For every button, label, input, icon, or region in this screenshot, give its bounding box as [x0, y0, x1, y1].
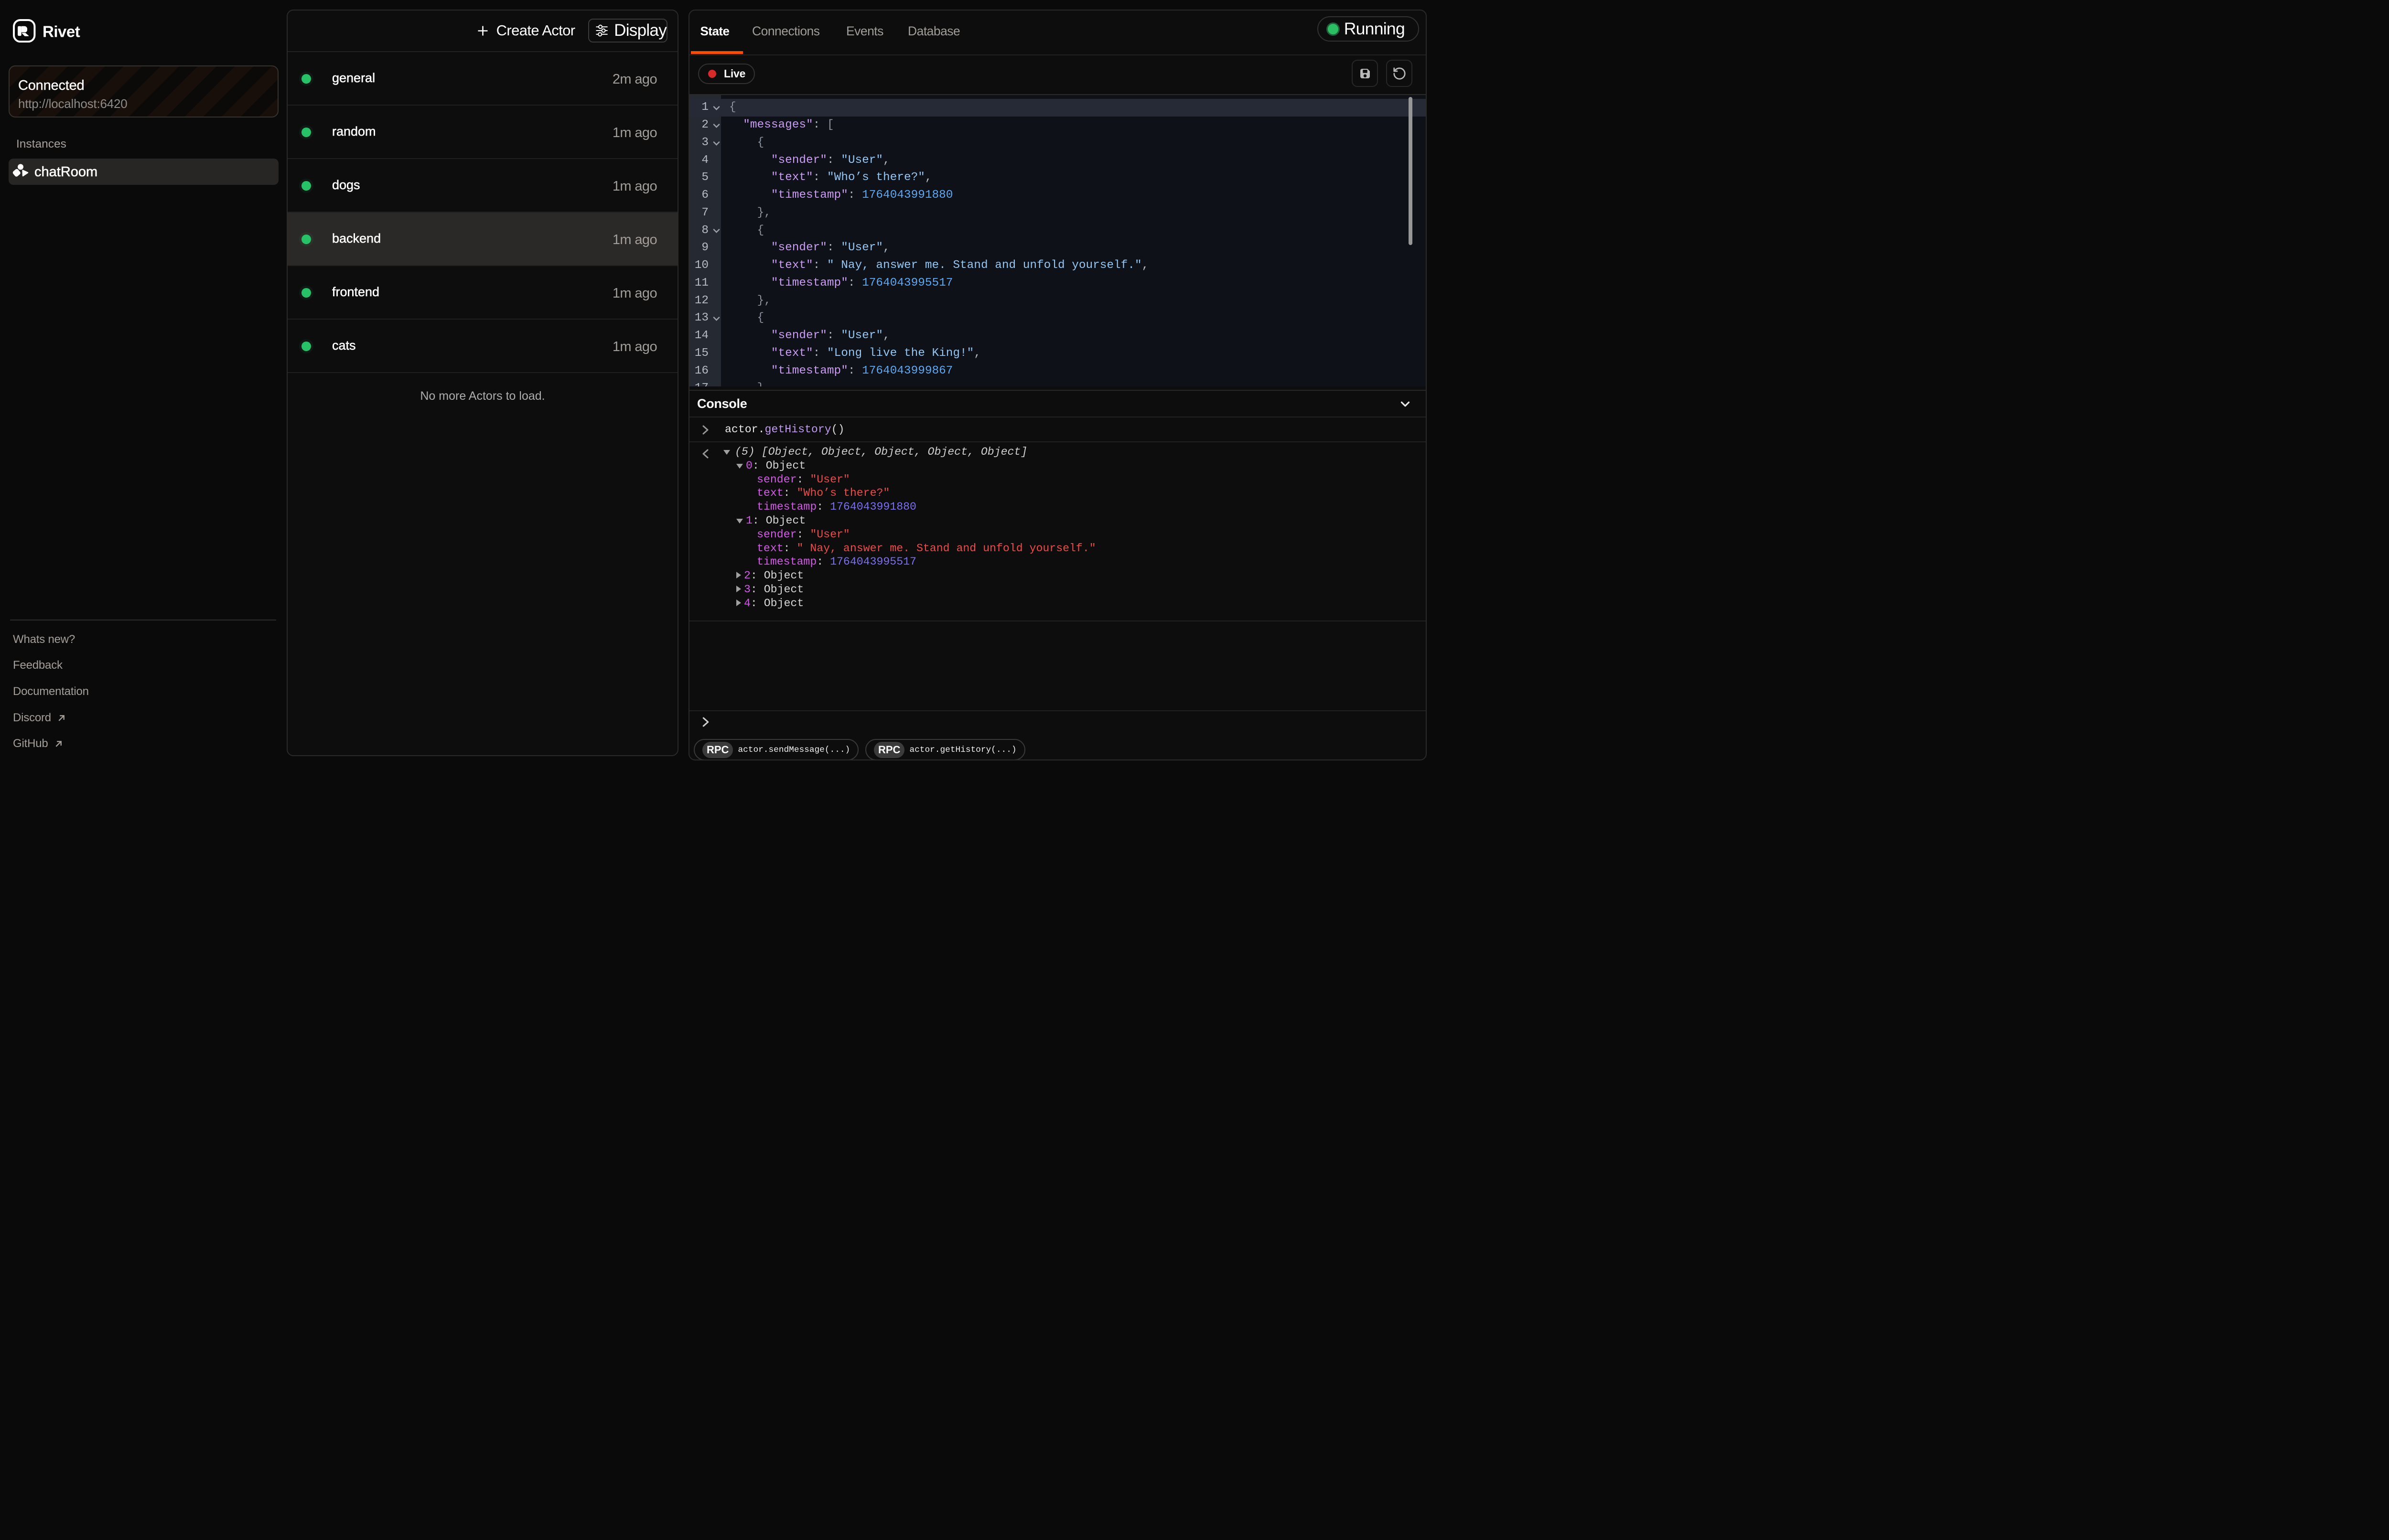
svg-text:Rivet: Rivet — [43, 23, 80, 41]
